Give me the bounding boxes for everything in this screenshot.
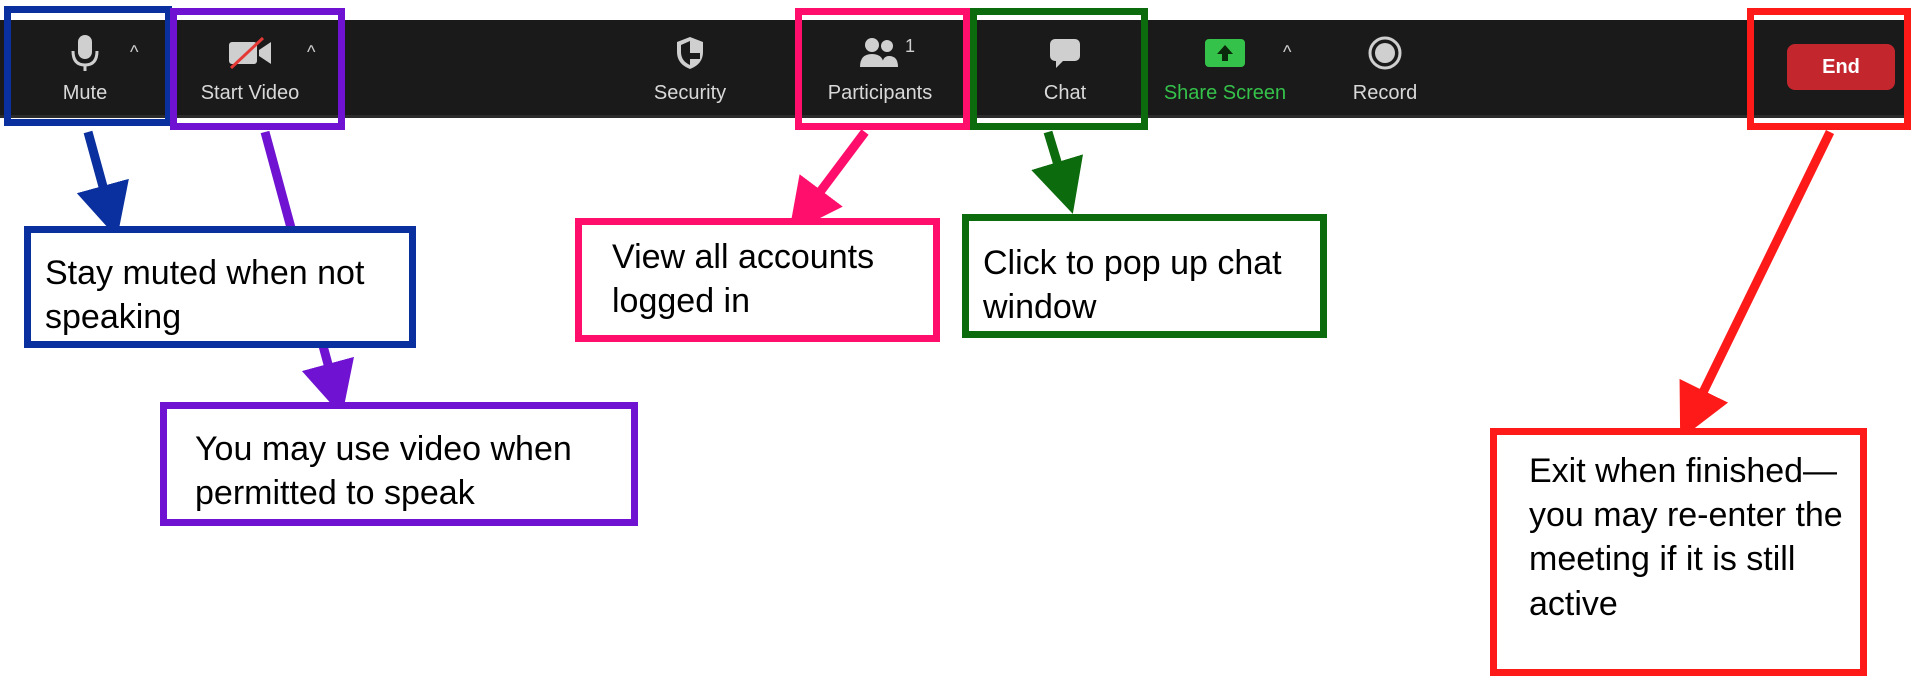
participants-arrow	[788, 129, 869, 234]
chat-callout: Click to pop up chat window	[962, 214, 1327, 338]
participants-callout: View all accounts logged in	[575, 218, 940, 342]
mute-callout: Stay muted when not speaking	[24, 226, 416, 348]
video-callout: You may use video when permitted to spea…	[160, 402, 638, 526]
end-callout: Exit when finished—you may re-enter the …	[1490, 428, 1867, 676]
end-arrow	[1679, 130, 1835, 440]
mute-arrow	[76, 130, 129, 239]
chat-arrow	[1031, 130, 1083, 214]
